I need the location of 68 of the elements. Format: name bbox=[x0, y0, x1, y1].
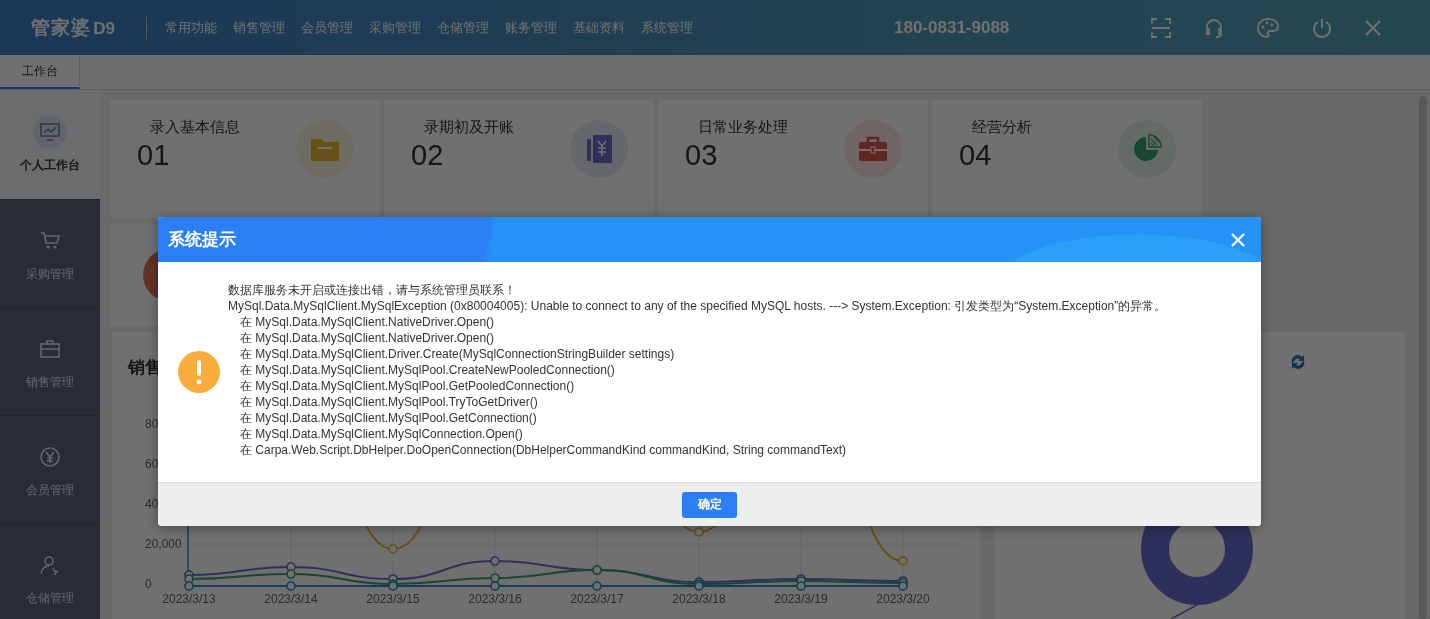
axis-label: 2023/3/16 bbox=[468, 592, 522, 606]
palette-icon[interactable] bbox=[1256, 16, 1280, 39]
stack-trace-line: 在 Carpa.Web.Script.DbHelper.DoOpenConnection(DbHelperCommandKind commandKind, String commandText) bbox=[239, 442, 848, 458]
stack-trace-line: 在 MySql.Data.MySqlClient.MySqlConnection.Open() bbox=[239, 426, 524, 442]
close-icon[interactable] bbox=[1231, 232, 1245, 247]
folder-icon bbox=[310, 136, 340, 162]
stack-trace-line: 在 MySql.Data.MySqlClient.MySqlPool.TryToGetDriver() bbox=[239, 394, 539, 410]
warning-icon bbox=[178, 351, 220, 393]
axis-label: 0 bbox=[145, 577, 152, 591]
sidebar-item[interactable]: 个人工作台 bbox=[0, 90, 100, 200]
stack-trace-line: 在 MySql.Data.MySqlClient.NativeDriver.Open() bbox=[239, 330, 496, 346]
stack-trace-line: 在 MySql.Data.MySqlClient.NativeDriver.Open() bbox=[239, 314, 496, 330]
axis-label: 2023/3/14 bbox=[264, 592, 318, 606]
axis-label: 2023/3/18 bbox=[672, 592, 726, 606]
axis-label: 40 bbox=[145, 497, 159, 511]
step-card[interactable]: 录入基本信息 01 bbox=[110, 100, 380, 218]
toolbox-icon bbox=[858, 136, 888, 162]
stack-trace-line: 在 MySql.Data.MySqlClient.MySqlPool.CreateNewPooledConnection() bbox=[239, 362, 616, 378]
refresh-icon[interactable] bbox=[1289, 354, 1307, 370]
exception-text: MySql.Data.MySqlClient.MySqlException (0x80004005): Unable to connect to any of the specified MySQL hosts. ---> System.Exception: 引发类型为“System.Exception”的异常。 bbox=[228, 298, 1167, 314]
step-number: 02 bbox=[411, 139, 445, 172]
axis-label: 60 bbox=[145, 457, 159, 471]
step-card[interactable]: 录期初及开账 02 bbox=[384, 100, 654, 218]
headset-icon[interactable] bbox=[1203, 16, 1225, 39]
axis-label: 80 bbox=[145, 417, 159, 431]
nav-menu-item[interactable]: 基础资料 bbox=[573, 18, 626, 37]
user-star-icon bbox=[40, 555, 60, 575]
ledger-yen-icon bbox=[585, 134, 613, 164]
step-card[interactable]: 经营分析 04 bbox=[932, 100, 1202, 218]
close-icon[interactable] bbox=[1364, 18, 1382, 37]
monitor-icon bbox=[40, 123, 60, 141]
axis-label: 20,000 bbox=[145, 537, 182, 551]
confirm-button[interactable]: 确定 bbox=[682, 491, 737, 518]
step-title: 经营分析 bbox=[971, 118, 1032, 137]
nav-menu-item[interactable]: 常用功能 bbox=[165, 18, 218, 37]
nav-menu-item[interactable]: 系统管理 bbox=[641, 18, 694, 37]
step-title: 日常业务处理 bbox=[697, 118, 788, 137]
cart-icon bbox=[40, 232, 60, 250]
power-icon[interactable] bbox=[1311, 16, 1333, 39]
logo-text: 管家婆 bbox=[31, 15, 92, 40]
stack-trace-line: 在 MySql.Data.MySqlClient.MySqlPool.GetPooledConnection() bbox=[239, 378, 576, 394]
axis-label: 2023/3/19 bbox=[774, 592, 828, 606]
step-number: 04 bbox=[959, 139, 993, 172]
step-number: 03 bbox=[685, 139, 719, 172]
yen-coin-icon bbox=[40, 447, 60, 467]
stack-trace-line: 在 MySql.Data.MySqlClient.Driver.Create(MySqlConnectionStringBuilder settings) bbox=[239, 346, 676, 362]
axis-label: 2023/3/13 bbox=[162, 592, 216, 606]
step-number: 01 bbox=[137, 139, 171, 172]
step-card[interactable]: 日常业务处理 03 bbox=[658, 100, 928, 218]
nav-menu-item[interactable]: 账务管理 bbox=[505, 18, 558, 37]
nav-menu-item[interactable]: 仓储管理 bbox=[437, 18, 490, 37]
step-title: 录期初及开账 bbox=[423, 118, 514, 137]
error-message: 数据库服务未开启或连接出错，请与系统管理员联系！ bbox=[228, 282, 517, 298]
step-title: 录入基本信息 bbox=[149, 118, 240, 137]
nav-menu-item[interactable]: 会员管理 bbox=[301, 18, 354, 37]
axis-label: 2023/3/20 bbox=[876, 592, 930, 606]
axis-label: 2023/3/15 bbox=[366, 592, 420, 606]
scan-icon[interactable] bbox=[1150, 16, 1172, 39]
stack-trace-line: 在 MySql.Data.MySqlClient.MySqlPool.GetConnection() bbox=[239, 410, 538, 426]
workspace-tab[interactable]: 工作台 bbox=[0, 55, 80, 89]
axis-label: 2023/3/17 bbox=[570, 592, 624, 606]
nav-menu-item[interactable]: 销售管理 bbox=[233, 18, 286, 37]
dialog-title: 系统提示 bbox=[168, 229, 236, 251]
phone-number: 180-0831-9088 bbox=[894, 17, 1011, 38]
pie-chart-icon bbox=[1132, 134, 1162, 164]
nav-menu-item[interactable]: 采购管理 bbox=[369, 18, 422, 37]
logo-suffix: D9 bbox=[93, 18, 115, 39]
briefcase-icon bbox=[40, 340, 60, 358]
